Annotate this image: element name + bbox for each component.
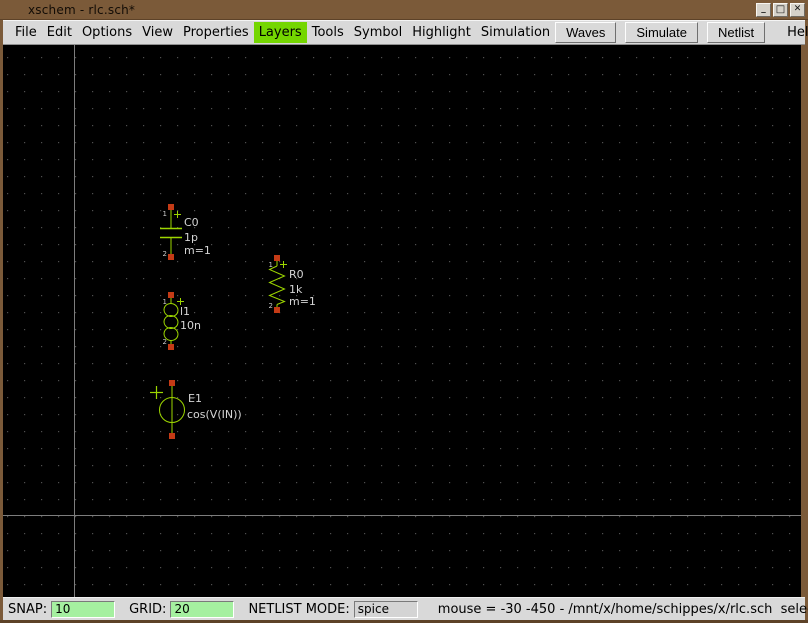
snap-label: SNAP: xyxy=(8,602,47,617)
menu-symbol[interactable]: Symbol xyxy=(349,22,407,43)
netlist-mode-input[interactable] xyxy=(354,601,418,618)
pin-square xyxy=(169,433,175,439)
snap-input[interactable] xyxy=(51,601,115,618)
title-bar[interactable]: xschem - rlc.sch* _ □ ✕ xyxy=(0,0,808,20)
grid-input[interactable] xyxy=(170,601,234,618)
window-controls: _ □ ✕ xyxy=(756,3,805,17)
menu-tools[interactable]: Tools xyxy=(307,22,349,43)
menu-properties[interactable]: Properties xyxy=(178,22,254,43)
grid-dots xyxy=(3,45,801,597)
waves-button[interactable]: Waves xyxy=(555,22,616,43)
component-name: l1 xyxy=(180,305,190,318)
pin-number: 2 xyxy=(163,250,167,258)
window-title: xschem - rlc.sch* xyxy=(28,3,135,17)
menu-highlight[interactable]: Highlight xyxy=(407,22,476,43)
xschem-window: xschem - rlc.sch* _ □ ✕ File Edit Option… xyxy=(0,0,808,623)
grid-label: GRID: xyxy=(129,602,166,617)
netlist-button[interactable]: Netlist xyxy=(707,22,765,43)
menu-options[interactable]: Options xyxy=(77,22,137,43)
simulate-button[interactable]: Simulate xyxy=(625,22,698,43)
menu-edit[interactable]: Edit xyxy=(42,22,77,43)
netlist-mode-label: NETLIST MODE: xyxy=(248,602,349,617)
menu-layers[interactable]: Layers xyxy=(254,22,307,43)
minimize-icon[interactable]: _ xyxy=(756,3,771,17)
pin-square xyxy=(274,307,280,313)
pin-square xyxy=(274,255,280,261)
pin-number: 2 xyxy=(163,338,167,346)
pin-number: 1 xyxy=(163,210,167,218)
component-name: R0 xyxy=(289,268,304,281)
pin-number: 1 xyxy=(163,298,167,306)
pin-number: 1 xyxy=(269,261,273,269)
component-name: C0 xyxy=(184,216,199,229)
component-value: 1p xyxy=(184,231,198,244)
schematic-canvas[interactable]: 1 2 C0 1p m=1 1 2 R0 1k m=1 xyxy=(3,45,801,597)
menu-help[interactable]: Help xyxy=(781,22,808,43)
pin-square xyxy=(168,204,174,210)
menu-simulation[interactable]: Simulation xyxy=(476,22,555,43)
component-param: m=1 xyxy=(289,295,316,308)
mouse-status-text: mouse = -30 -450 - /mnt/x/home/schippes/… xyxy=(438,602,808,617)
close-icon[interactable]: ✕ xyxy=(790,3,805,17)
pin-number: 2 xyxy=(269,302,273,310)
component-value: cos(V(IN)) xyxy=(187,408,242,421)
pin-square xyxy=(169,380,175,386)
menu-bar: File Edit Options View Properties Layers… xyxy=(3,20,805,45)
component-value: 10n xyxy=(180,319,201,332)
pin-square xyxy=(168,344,174,350)
component-name: E1 xyxy=(188,392,202,405)
component-param: m=1 xyxy=(184,244,211,257)
pin-square xyxy=(168,292,174,298)
menu-file[interactable]: File xyxy=(10,22,42,43)
status-bar: SNAP: GRID: NETLIST MODE: mouse = -30 -4… xyxy=(3,597,805,620)
maximize-icon[interactable]: □ xyxy=(773,3,788,17)
menu-view[interactable]: View xyxy=(137,22,178,43)
pin-square xyxy=(168,254,174,260)
